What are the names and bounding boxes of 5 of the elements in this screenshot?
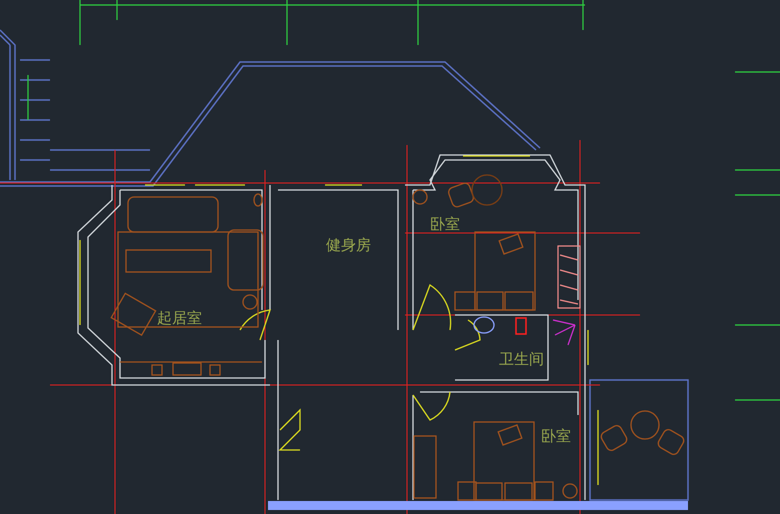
room-label: 卫生间 bbox=[499, 352, 544, 367]
room-label: 起居室 bbox=[157, 311, 202, 326]
room-label: 健身房 bbox=[326, 238, 371, 253]
room-label: 卧室 bbox=[430, 217, 460, 232]
room-label: 卧室 bbox=[541, 429, 571, 444]
